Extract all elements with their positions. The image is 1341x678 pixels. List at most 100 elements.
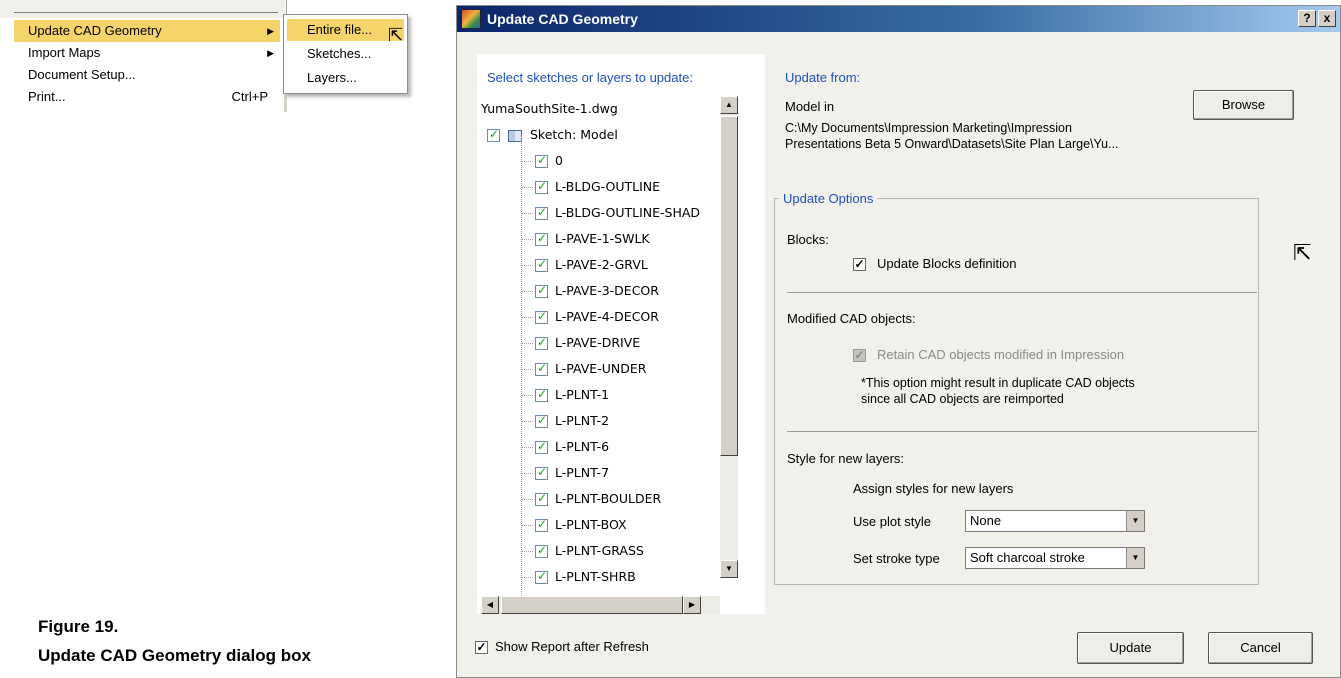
layer-checkbox[interactable]: ✓ bbox=[535, 361, 548, 376]
layer-checkbox[interactable]: ✓ bbox=[535, 569, 548, 584]
browse-button[interactable]: Browse bbox=[1193, 90, 1294, 120]
layer-checkbox[interactable]: ✓ bbox=[535, 179, 548, 194]
update-blocks-checkbox[interactable]: ✓ bbox=[853, 258, 866, 271]
layer-checkbox[interactable]: ✓ bbox=[535, 517, 548, 532]
layer-row[interactable]: ✓ L-PLNT-SHRB bbox=[521, 564, 636, 590]
check-icon: ✓ bbox=[537, 231, 548, 245]
sketch-checkbox[interactable]: ✓ bbox=[487, 127, 500, 142]
layer-tree[interactable]: YumaSouthSite-1.dwg ✓ Sketch: Model ✓ 0 ✓ L… bbox=[481, 96, 720, 596]
layer-checkbox[interactable]: ✓ bbox=[535, 465, 548, 480]
submenu-item-layers[interactable]: Layers... bbox=[287, 67, 404, 89]
layer-row[interactable]: ✓ L-PAVE-UNDER bbox=[521, 356, 646, 382]
plot-style-value: None bbox=[970, 513, 1002, 528]
layer-name: L-BLDG-OUTLINE bbox=[555, 179, 661, 194]
submenu-item-entire-file[interactable]: Entire file... bbox=[287, 19, 404, 41]
layer-name: L-PAVE-1-SWLK bbox=[555, 231, 650, 246]
plot-style-select[interactable]: None ▼ bbox=[965, 510, 1145, 532]
dialog-titlebar[interactable]: Update CAD Geometry ? x bbox=[457, 6, 1340, 32]
menu-item-print[interactable]: Print... Ctrl+P bbox=[14, 86, 280, 108]
check-icon: ✓ bbox=[537, 361, 548, 375]
cancel-button[interactable]: Cancel bbox=[1208, 632, 1313, 664]
layer-row[interactable]: ✓ L-PLNT-GRASS bbox=[521, 538, 644, 564]
figure-number: Figure 19. bbox=[38, 617, 119, 636]
tree-file-node: YumaSouthSite-1.dwg bbox=[481, 96, 618, 122]
layer-row[interactable]: ✓ L-PLNT-BOX bbox=[521, 512, 627, 538]
layer-row[interactable]: ✓ L-PLNT-1 bbox=[521, 382, 609, 408]
close-button[interactable]: x bbox=[1318, 10, 1336, 27]
help-button[interactable]: ? bbox=[1298, 10, 1316, 27]
menu-item-document-setup[interactable]: Document Setup... bbox=[14, 64, 280, 86]
layer-row[interactable]: ✓ L-PAVE-DRIVE bbox=[521, 330, 640, 356]
layer-row[interactable]: ✓ 0 bbox=[521, 148, 563, 174]
scroll-right-arrow-icon[interactable]: ▶ bbox=[683, 596, 701, 614]
select-layers-label: Select sketches or layers to update: bbox=[487, 70, 693, 85]
layer-row[interactable]: ✓ L-PAVE-4-DECOR bbox=[521, 304, 659, 330]
layer-name: L-PLNT-2 bbox=[555, 413, 610, 428]
layer-name: L-PLNT-SHRB bbox=[555, 569, 636, 584]
layer-row[interactable]: ✓ L-PLNT-BOULDER bbox=[521, 486, 661, 512]
dropdown-arrow-icon[interactable]: ▼ bbox=[1126, 548, 1144, 568]
mouse-cursor-icon: ⇱ bbox=[388, 25, 404, 45]
layer-name: L-PAVE-4-DECOR bbox=[555, 309, 659, 324]
layer-checkbox[interactable]: ✓ bbox=[535, 439, 548, 454]
stroke-type-select[interactable]: Soft charcoal stroke ▼ bbox=[965, 547, 1145, 569]
layer-checkbox[interactable]: ✓ bbox=[535, 153, 548, 168]
stroke-type-value: Soft charcoal stroke bbox=[970, 550, 1085, 565]
scroll-thumb[interactable] bbox=[720, 116, 738, 456]
layer-name: L-PLNT-BOULDER bbox=[555, 491, 662, 506]
show-report-checkbox[interactable]: ✓ bbox=[475, 641, 488, 654]
layer-name: L-PAVE-DRIVE bbox=[555, 335, 641, 350]
app-icon bbox=[461, 9, 481, 29]
layer-row[interactable]: ✓ L-BLDG-OUTLINE bbox=[521, 174, 660, 200]
layer-row[interactable]: ✓ L-PAVE-2-GRVL bbox=[521, 252, 648, 278]
check-icon: ✓ bbox=[537, 257, 548, 271]
layer-checkbox[interactable]: ✓ bbox=[535, 309, 548, 324]
submenu-item-sketches[interactable]: Sketches... bbox=[287, 43, 404, 65]
check-icon: ✓ bbox=[537, 179, 548, 193]
menu-accelerator: Ctrl+P bbox=[231, 89, 268, 104]
update-button[interactable]: Update bbox=[1077, 632, 1184, 664]
retain-cad-objects-checkbox[interactable]: ✓ bbox=[853, 349, 866, 362]
file-menu: Update CAD Geometry ▶ Import Maps ▶ Docu… bbox=[0, 20, 285, 112]
hscroll-thumb[interactable] bbox=[501, 596, 683, 614]
layer-row[interactable]: ✓ L-PLNT-2 bbox=[521, 408, 609, 434]
layer-checkbox[interactable]: ✓ bbox=[535, 335, 548, 350]
layer-checkbox[interactable]: ✓ bbox=[535, 543, 548, 558]
update-options-legend: Update Options bbox=[779, 191, 878, 206]
scroll-left-arrow-icon[interactable]: ◀ bbox=[481, 596, 499, 614]
layer-checkbox[interactable]: ✓ bbox=[535, 387, 548, 402]
layer-checkbox[interactable]: ✓ bbox=[535, 205, 548, 220]
update-from-label: Update from: bbox=[785, 70, 861, 85]
sketch-icon bbox=[507, 129, 522, 142]
tree-sketch-node[interactable]: ✓ Sketch: Model bbox=[487, 122, 618, 148]
check-icon: ✓ bbox=[537, 517, 548, 531]
stroke-type-label: Set stroke type bbox=[853, 551, 940, 566]
submenu-arrow-icon: ▶ bbox=[267, 26, 274, 36]
layer-checkbox[interactable]: ✓ bbox=[535, 283, 548, 298]
layer-checkbox[interactable]: ✓ bbox=[535, 491, 548, 506]
dialog-title: Update CAD Geometry bbox=[487, 11, 638, 27]
layer-checkbox[interactable]: ✓ bbox=[535, 413, 548, 428]
check-icon: ✓ bbox=[537, 205, 548, 219]
dropdown-arrow-icon[interactable]: ▼ bbox=[1126, 511, 1144, 531]
model-in-label: Model in bbox=[785, 99, 835, 114]
menu-item-update-cad-geometry[interactable]: Update CAD Geometry ▶ bbox=[14, 20, 280, 42]
layer-checkbox[interactable]: ✓ bbox=[535, 257, 548, 272]
tree-horizontal-scrollbar[interactable]: ◀ ▶ bbox=[481, 596, 720, 614]
layer-checkbox[interactable]: ✓ bbox=[535, 231, 548, 246]
model-path-line2: Presentations Beta 5 Onward\Datasets\Sit… bbox=[785, 137, 1119, 151]
layer-row[interactable]: ✓ L-PAVE-3-DECOR bbox=[521, 278, 659, 304]
scroll-down-arrow-icon[interactable]: ▼ bbox=[720, 560, 738, 578]
layer-name: L-PLNT-6 bbox=[555, 439, 610, 454]
check-icon: ✓ bbox=[537, 153, 548, 167]
plot-style-label: Use plot style bbox=[853, 514, 932, 529]
tree-vertical-scrollbar[interactable]: ▲ ▼ bbox=[720, 96, 738, 578]
duplicate-warning-line2: since all CAD objects are reimported bbox=[861, 392, 1064, 406]
scroll-up-arrow-icon[interactable]: ▲ bbox=[720, 96, 738, 114]
layer-row[interactable]: ✓ L-BLDG-OUTLINE-SHAD bbox=[521, 200, 700, 226]
layer-row[interactable]: ✓ L-PLNT-7 bbox=[521, 460, 609, 486]
layer-row[interactable]: ✓ L-PAVE-1-SWLK bbox=[521, 226, 650, 252]
check-icon: ✓ bbox=[489, 127, 500, 141]
layer-row[interactable]: ✓ L-PLNT-6 bbox=[521, 434, 609, 460]
menu-item-import-maps[interactable]: Import Maps ▶ bbox=[14, 42, 280, 64]
